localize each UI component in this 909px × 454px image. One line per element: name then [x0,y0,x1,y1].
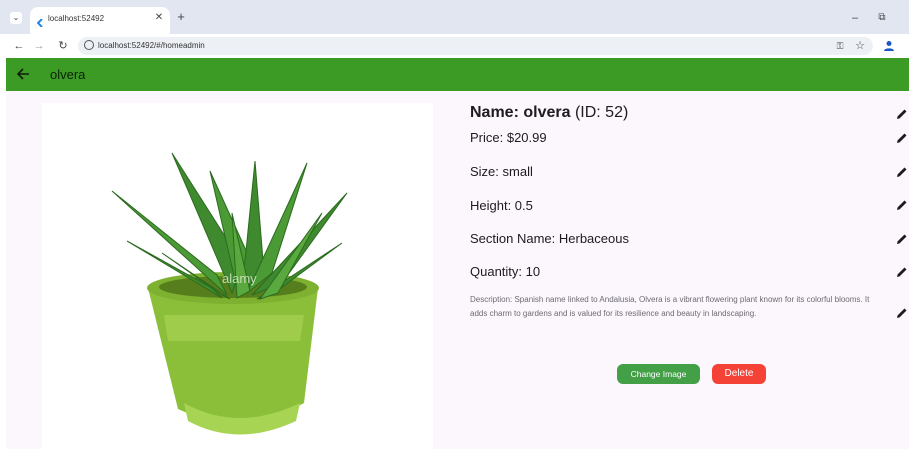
name-label: Name: [470,104,519,121]
quantity-text: Quantity: 10 [470,264,541,279]
profile-icon[interactable] [882,39,896,53]
section-text: Section Name: Herbaceous [470,231,629,246]
product-id: (ID: 52) [574,104,629,121]
size-text: Size: small [470,164,533,179]
description-text: Description: Spanish name linked to Anda… [470,295,870,318]
reload-icon[interactable]: ↻ [56,40,70,52]
edit-description-icon[interactable] [895,306,909,320]
password-key-icon[interactable]: ⚿ [833,40,847,52]
edit-quantity-icon[interactable] [895,265,909,279]
price-text: Price: $20.99 [470,130,547,145]
edit-size-icon[interactable] [895,165,909,179]
edit-height-icon[interactable] [895,198,909,212]
edit-section-icon[interactable] [895,232,909,246]
product-image: alamy [42,103,433,449]
app-bar [6,58,909,91]
delete-button[interactable]: Delete [712,364,766,384]
product-name-line: Name: olvera (ID: 52) [470,104,628,122]
close-icon[interactable]: ✕ [153,12,165,24]
site-info-icon[interactable] [84,40,94,50]
change-image-button[interactable]: Change Image [617,364,700,384]
favicon-icon [36,14,45,28]
forward-icon[interactable]: → [32,40,46,52]
url-text[interactable]: localhost:52492/#/homeadmin [98,41,205,50]
back-arrow-icon[interactable] [16,67,30,81]
page-title: olvera [50,67,86,82]
restore-icon[interactable]: ⧉ [875,12,889,24]
product-name: olvera [523,104,571,121]
back-icon[interactable]: ← [12,40,26,52]
plant-illustration: alamy [111,152,348,435]
tab-title: localhost:52492 [48,14,105,23]
dropdown-icon[interactable]: ⌄ [10,12,22,24]
new-tab-icon[interactable]: + [175,10,187,23]
image-watermark: alamy [222,271,257,286]
edit-name-icon[interactable] [895,107,909,121]
bookmark-star-icon[interactable]: ☆ [853,40,867,52]
minimize-icon[interactable]: – [848,12,862,24]
height-text: Height: 0.5 [470,198,533,213]
edit-price-icon[interactable] [895,131,909,145]
